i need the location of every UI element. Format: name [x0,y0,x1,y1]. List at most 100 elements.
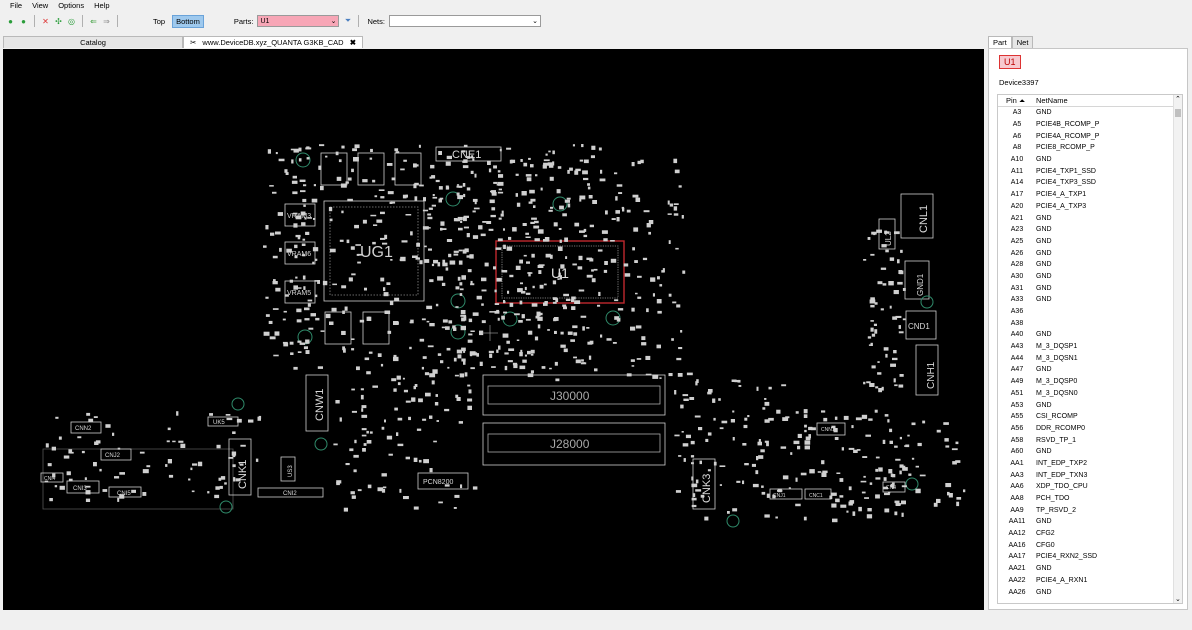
top-side-button[interactable]: Top [150,16,168,27]
passive-component [764,419,770,423]
zoom-all-icon[interactable]: ✣ [54,17,63,26]
table-row[interactable]: A31 GND [998,282,1182,294]
table-row[interactable]: AA3 INT_EDP_TXN3 [998,469,1182,481]
table-row[interactable]: AA22 PCIE4_A_RXN1 [998,575,1182,587]
passive-component [643,210,650,213]
passive-component [848,501,853,506]
menu-view[interactable]: View [32,1,48,10]
passive-component [463,215,469,218]
tab-catalog[interactable]: Catalog [3,36,183,48]
passive-component [732,410,735,413]
passive-component [821,460,825,465]
zoom-select-icon[interactable]: ◎ [67,17,76,26]
tab-part[interactable]: Part [988,36,1012,48]
passive-component [311,198,318,203]
table-row[interactable]: A51 M_3_DQSN0 [998,388,1182,400]
col-netname-header[interactable]: NetName [1036,96,1182,105]
filter-icon[interactable]: ⏷ [343,16,352,26]
passive-component [295,234,301,238]
parts-combobox[interactable]: U1 ⌄ [257,15,340,27]
chevron-down-icon[interactable]: ⌄ [532,17,538,25]
label-u1: U1 [551,265,569,281]
table-row[interactable]: A40 GND [998,329,1182,341]
table-row[interactable]: A8 PCIE8_RCOMP_P [998,142,1182,154]
passive-component [493,165,497,169]
menu-options[interactable]: Options [58,1,84,10]
passive-component [297,351,302,353]
table-row[interactable]: A33 GND [998,294,1182,306]
scrollbar[interactable]: ⌃ ⌄ [1173,95,1182,603]
table-row[interactable]: A14 PCIE4_TXP3_SSD [998,177,1182,189]
table-row[interactable]: A26 GND [998,247,1182,259]
table-row[interactable]: A20 PCIE4_A_TXP3 [998,201,1182,213]
label-ul2: UL2 [884,231,893,246]
selected-part-badge[interactable]: U1 [999,55,1021,69]
passive-component [582,170,588,175]
table-row[interactable]: A43 M_3_DQSP1 [998,341,1182,353]
table-row[interactable]: A6 PCIE4A_RCOMP_P [998,130,1182,142]
table-row[interactable]: AA12 CFG2 [998,528,1182,540]
table-row[interactable]: AA17 PCIE4_RXN2_SSD [998,551,1182,563]
toolbar-separator [117,15,118,27]
table-row[interactable]: AA11 GND [998,516,1182,528]
table-row[interactable]: A49 M_3_DQSP0 [998,376,1182,388]
table-row[interactable]: A60 GND [998,446,1182,458]
table-row[interactable]: AA16 CFG0 [998,539,1182,551]
table-row[interactable]: A47 GND [998,364,1182,376]
table-row[interactable]: A55 CSI_RCOMP [998,411,1182,423]
table-row[interactable]: AA26 GND [998,586,1182,598]
table-row[interactable]: AA1 INT_EDP_TXP2 [998,458,1182,470]
passive-component [453,218,458,222]
tab-net[interactable]: Net [1011,36,1034,48]
label-cnh1: CNH1 [926,361,937,389]
passive-component [891,474,896,478]
zoom-fit-icon[interactable]: ✕ [41,17,50,26]
menu-help[interactable]: Help [94,1,109,10]
table-row[interactable]: A56 DDR_RCOMP0 [998,423,1182,435]
table-row[interactable]: A23 GND [998,224,1182,236]
table-row[interactable]: A25 GND [998,236,1182,248]
passive-component [676,304,681,308]
table-row[interactable]: A11 PCIE4_TXP1_SSD [998,165,1182,177]
table-row[interactable]: AA8 PCH_TDO [998,493,1182,505]
scroll-up-icon[interactable]: ⌃ [1175,95,1181,103]
close-icon[interactable]: ✖ [350,38,356,47]
table-row[interactable]: A21 GND [998,212,1182,224]
nets-combobox[interactable]: ⌄ [388,15,541,27]
table-row[interactable]: A58 RSVD_TP_1 [998,434,1182,446]
passive-component [615,210,620,214]
table-row[interactable]: A38 [998,317,1182,329]
passive-component [386,163,393,166]
table-row[interactable]: A17 PCIE4_A_TXP1 [998,189,1182,201]
menu-file[interactable]: File [10,1,22,10]
table-row[interactable]: A5 PCIE4B_RCOMP_P [998,119,1182,131]
table-row[interactable]: A30 GND [998,271,1182,283]
board-canvas[interactable]: UG1 U1 CNE1 J30000 J28000 VRAM3 VRAM6 VR… [3,49,984,610]
zoom-in-icon[interactable]: ● [6,17,15,26]
back-arrow-icon[interactable]: ⇐ [89,17,98,26]
scroll-down-icon[interactable]: ⌄ [1175,595,1181,603]
scrollbar-thumb[interactable] [1175,109,1181,117]
bottom-side-button[interactable]: Bottom [172,14,204,28]
table-row[interactable]: A36 [998,306,1182,318]
passive-component [554,330,557,334]
table-row[interactable]: A28 GND [998,259,1182,271]
table-row[interactable]: A10 GND [998,154,1182,166]
table-row[interactable]: AA6 XDP_TDO_CPU [998,481,1182,493]
pin-cell: A36 [1010,308,1024,316]
passive-component [537,265,544,268]
zoom-out-icon[interactable]: ● [19,17,28,26]
passive-component [858,506,862,512]
passive-component [899,270,904,275]
col-pin-header[interactable]: Pin ⏶ [998,96,1036,106]
forward-arrow-icon[interactable]: ⇒ [102,17,111,26]
table-row[interactable]: A53 GND [998,399,1182,411]
table-row[interactable]: A44 M_3_DQSN1 [998,352,1182,364]
tab-board[interactable]: ✂ www.DeviceDB.xyz_QUANTA G3KB_CAD ✖ [183,36,363,48]
passive-component [704,516,709,521]
passive-component [668,293,672,297]
table-row[interactable]: A3 GND [998,107,1182,119]
table-row[interactable]: AA21 GND [998,563,1182,575]
chevron-down-icon[interactable]: ⌄ [331,17,337,25]
table-row[interactable]: AA9 TP_RSVD_2 [998,504,1182,516]
